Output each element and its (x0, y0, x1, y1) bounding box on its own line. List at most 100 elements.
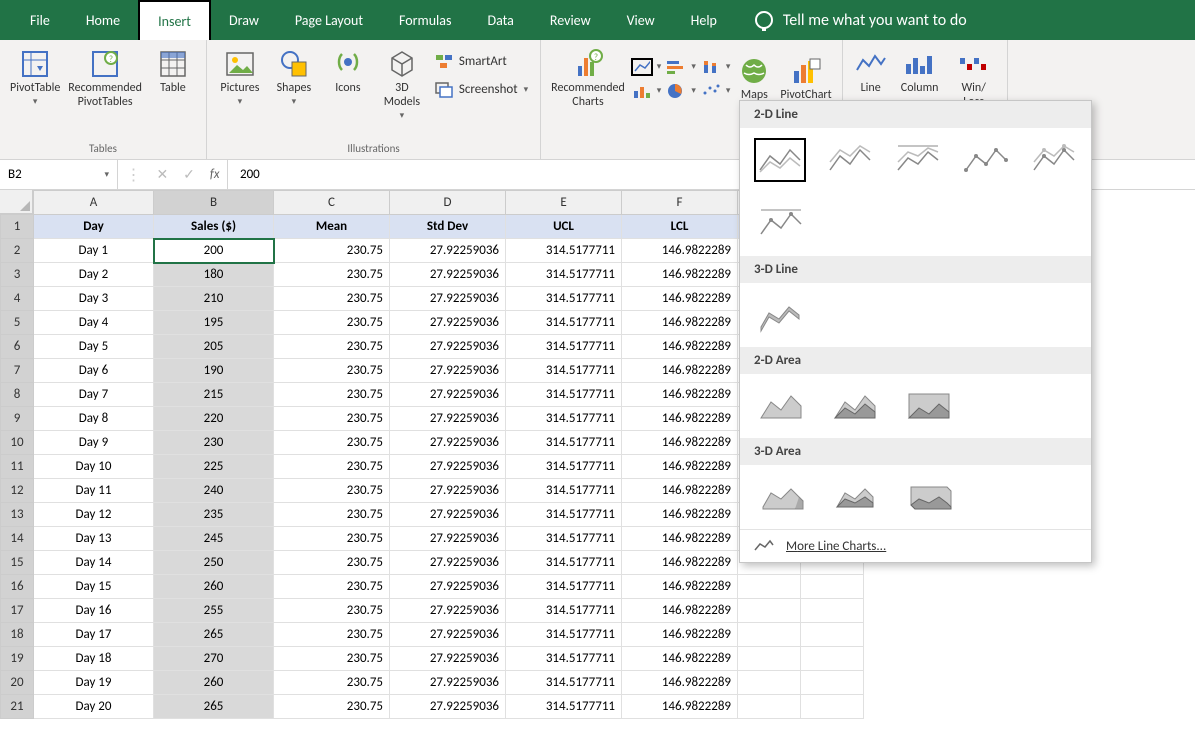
row-header[interactable]: 16 (1, 575, 34, 599)
chart-area-basic[interactable] (754, 384, 808, 428)
col-header-C[interactable]: C (274, 191, 390, 215)
cell[interactable]: Day 7 (34, 383, 154, 407)
cell[interactable]: 314.5177711 (506, 239, 622, 263)
cell[interactable]: 230.75 (274, 479, 390, 503)
cell[interactable]: 230 (154, 431, 274, 455)
cell[interactable]: LCL (622, 215, 738, 239)
cell[interactable]: 190 (154, 359, 274, 383)
col-header-D[interactable]: D (390, 191, 506, 215)
row-header[interactable]: 12 (1, 479, 34, 503)
row-header[interactable]: 10 (1, 431, 34, 455)
cell[interactable] (801, 647, 864, 671)
chart-3d-area-100stacked[interactable] (902, 475, 956, 519)
cell[interactable] (738, 695, 801, 719)
cell[interactable]: 27.92259036 (390, 599, 506, 623)
chart-area-stacked[interactable] (828, 384, 882, 428)
cell[interactable]: Day 3 (34, 287, 154, 311)
cell[interactable]: 314.5177711 (506, 455, 622, 479)
row-header[interactable]: 2 (1, 239, 34, 263)
cell[interactable]: 230.75 (274, 239, 390, 263)
cell[interactable]: Day 1 (34, 239, 154, 263)
cell[interactable]: 146.9822289 (622, 551, 738, 575)
cancel-icon[interactable]: ✕ (156, 166, 168, 183)
sparkline-column-button[interactable]: Column (895, 44, 945, 100)
cell[interactable]: 265 (154, 623, 274, 647)
cell[interactable]: Day 4 (34, 311, 154, 335)
cell[interactable]: 245 (154, 527, 274, 551)
cell[interactable]: 200 (154, 239, 274, 263)
row-header[interactable]: 8 (1, 383, 34, 407)
cell[interactable]: Sales ($) (154, 215, 274, 239)
cell[interactable]: 146.9822289 (622, 335, 738, 359)
cell[interactable]: 230.75 (274, 647, 390, 671)
cell[interactable]: 27.92259036 (390, 647, 506, 671)
cell[interactable]: 314.5177711 (506, 359, 622, 383)
select-all-corner[interactable] (0, 190, 33, 214)
col-header-E[interactable]: E (506, 191, 622, 215)
cell[interactable]: 205 (154, 335, 274, 359)
insert-statistic-chart-button[interactable] (700, 58, 722, 76)
cell[interactable]: 230.75 (274, 575, 390, 599)
cell[interactable]: 27.92259036 (390, 551, 506, 575)
cell[interactable] (738, 599, 801, 623)
cell[interactable]: 314.5177711 (506, 311, 622, 335)
cell[interactable]: 314.5177711 (506, 407, 622, 431)
cell[interactable]: Std Dev (390, 215, 506, 239)
cell[interactable]: 27.92259036 (390, 671, 506, 695)
row-header[interactable]: 17 (1, 599, 34, 623)
name-box[interactable]: B2 ▾ (0, 160, 118, 189)
cell[interactable]: Day 10 (34, 455, 154, 479)
cell[interactable]: Day 2 (34, 263, 154, 287)
maps-button[interactable]: Maps (734, 51, 774, 107)
tab-home[interactable]: Home (68, 0, 138, 40)
cell[interactable]: 146.9822289 (622, 575, 738, 599)
cell[interactable]: 27.92259036 (390, 359, 506, 383)
cell[interactable]: 230.75 (274, 359, 390, 383)
cell[interactable]: 230.75 (274, 599, 390, 623)
cell[interactable]: 230.75 (274, 407, 390, 431)
icons-button[interactable]: Icons (323, 44, 373, 100)
cell[interactable]: 230.75 (274, 311, 390, 335)
cell[interactable]: 27.92259036 (390, 575, 506, 599)
cell[interactable]: 314.5177711 (506, 431, 622, 455)
cell[interactable]: 195 (154, 311, 274, 335)
cell[interactable] (801, 623, 864, 647)
chart-line-markers[interactable] (962, 138, 1010, 182)
cell[interactable]: Day 14 (34, 551, 154, 575)
col-header-B[interactable]: B (154, 191, 274, 215)
cell[interactable]: 27.92259036 (390, 287, 506, 311)
tab-file[interactable]: File (12, 0, 68, 40)
cell[interactable]: 27.92259036 (390, 335, 506, 359)
3d-models-button[interactable]: 3D Models ▾ (377, 44, 427, 125)
tab-help[interactable]: Help (673, 0, 735, 40)
cell[interactable]: Day 12 (34, 503, 154, 527)
cell[interactable]: 215 (154, 383, 274, 407)
cell[interactable]: 230.75 (274, 671, 390, 695)
col-header-A[interactable]: A (34, 191, 154, 215)
row-header[interactable]: 14 (1, 527, 34, 551)
cell[interactable]: 27.92259036 (390, 383, 506, 407)
cell[interactable]: 314.5177711 (506, 503, 622, 527)
cell[interactable] (738, 647, 801, 671)
tab-page-layout[interactable]: Page Layout (277, 0, 381, 40)
cell[interactable]: 146.9822289 (622, 287, 738, 311)
more-line-charts[interactable]: More Line Charts... (740, 529, 1091, 562)
cell[interactable]: 220 (154, 407, 274, 431)
chart-3d-area-basic[interactable] (754, 475, 808, 519)
row-header[interactable]: 6 (1, 335, 34, 359)
tab-formulas[interactable]: Formulas (381, 0, 469, 40)
insert-pie-chart-button[interactable] (665, 82, 687, 100)
row-header[interactable]: 9 (1, 407, 34, 431)
tab-draw[interactable]: Draw (211, 0, 277, 40)
screenshot-button[interactable]: Screenshot ▾ (431, 78, 532, 100)
cell[interactable]: 230.75 (274, 455, 390, 479)
cell[interactable]: 146.9822289 (622, 383, 738, 407)
row-header[interactable]: 13 (1, 503, 34, 527)
cell[interactable]: Day 15 (34, 575, 154, 599)
cell[interactable]: 27.92259036 (390, 407, 506, 431)
chart-line-basic[interactable] (754, 138, 806, 182)
tab-data[interactable]: Data (469, 0, 531, 40)
cell[interactable]: Day 6 (34, 359, 154, 383)
cell[interactable]: 240 (154, 479, 274, 503)
insert-scatter-chart-button[interactable] (700, 82, 722, 100)
